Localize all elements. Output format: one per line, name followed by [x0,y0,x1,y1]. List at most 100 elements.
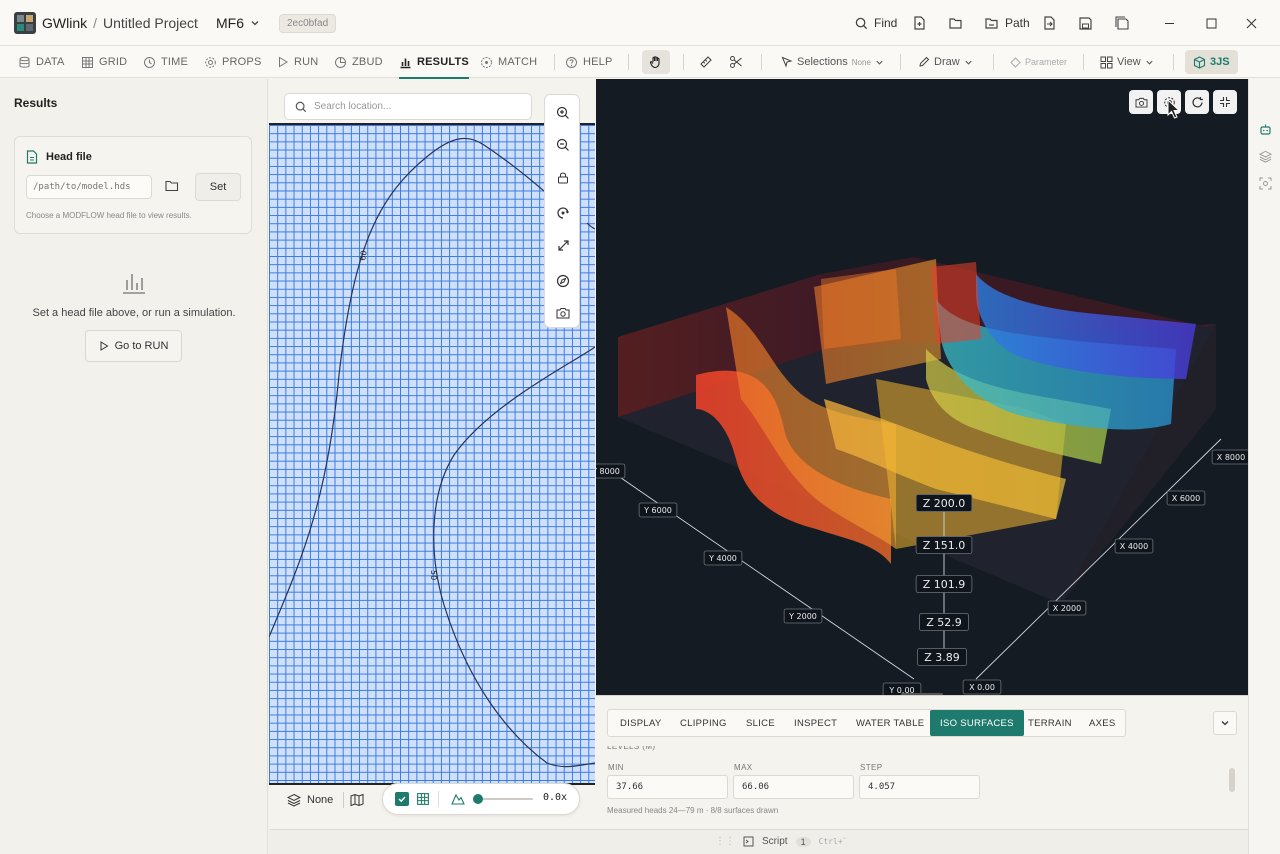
assistant-button[interactable] [1259,123,1272,136]
maximize-button[interactable] [1206,0,1217,46]
view-dropdown[interactable]: View [1100,46,1154,78]
close-icon [1246,18,1257,28]
capture-button[interactable] [1259,177,1272,190]
open-folder-button[interactable] [949,0,963,46]
tab-match[interactable]: MATCH [480,46,537,78]
pan-tool-button[interactable] [642,50,670,74]
lock-button[interactable] [545,163,581,191]
reset-view-button[interactable] [1185,90,1209,114]
layout-grid-icon [1100,56,1113,68]
minimize-button[interactable] [1164,0,1175,46]
measure-tool-button[interactable] [699,46,713,78]
map-icon[interactable] [350,793,364,807]
project-name[interactable]: Untitled Project [103,15,198,31]
location-search[interactable]: Search location... [284,93,532,120]
renderer-3js-toggle[interactable]: 3JS [1185,50,1238,74]
new-file-button[interactable] [913,0,926,46]
save-button[interactable] [1079,0,1092,46]
chevron-down-icon [1221,721,1229,726]
head-file-card: Head file Set Choose a MODFLOW head file… [14,136,252,234]
collapse-settings-button[interactable] [1213,711,1237,735]
zoom-out-icon [556,138,569,151]
tab-display[interactable]: DISPLAY [620,710,662,736]
tab-zbud[interactable]: ZBUD [334,46,383,78]
parameter-button[interactable]: Parameter [1010,46,1067,78]
tab-clipping[interactable]: CLIPPING [680,710,727,736]
divider [343,792,345,808]
divider [1083,54,1084,70]
selections-value: None [851,57,871,67]
levels-heading: LEVELS (M) [607,746,656,751]
max-label: MAX [734,763,753,772]
3d-viewport[interactable]: Z 200.0 Z 151.0 Z 101.9 Z 52.9 Z 3.89 Y 8000 Y… [596,79,1248,695]
gear-icon [205,56,216,68]
tab-data[interactable]: DATA [18,46,65,78]
tab-time[interactable]: TIME [143,46,188,78]
tab-axes[interactable]: AXES [1089,710,1116,736]
contour-label: 60 [358,250,369,262]
tab-water-table[interactable]: WATER TABLE [856,710,924,736]
show-checkbox[interactable] [395,792,409,806]
tab-label: TIME [161,56,189,68]
folder-icon [165,180,179,192]
script-console-toggle[interactable]: ⋮⋮ Script 1 Ctrl+` [715,836,847,847]
path-button[interactable]: Path [985,0,1030,46]
tab-terrain[interactable]: TERRAIN [1028,710,1072,736]
tab-inspect[interactable]: INSPECT [794,710,837,736]
min-input[interactable]: 37.66 [607,775,728,799]
zoom-out-button[interactable] [545,131,581,159]
maximize-icon [1206,18,1217,28]
compass-button[interactable] [545,267,581,295]
find-button[interactable]: Find [855,0,897,46]
browse-folder-button[interactable] [165,180,179,192]
map-screenshot-button[interactable] [545,299,581,327]
head-file-path-input[interactable] [26,175,152,199]
tab-grid[interactable]: GRID [81,46,127,78]
selections-dropdown[interactable]: Selections None [781,46,884,78]
close-button[interactable] [1246,0,1257,46]
export-button[interactable] [1043,0,1056,46]
rotate-button[interactable] [545,199,581,227]
commit-badge: 2ec0bfad [279,13,337,33]
cursor-arrow-icon [781,56,793,68]
collapse-button[interactable] [1213,90,1237,114]
speed-slider[interactable] [473,794,533,804]
tab-slice[interactable]: SLICE [746,710,775,736]
grid-toggle-button[interactable] [416,792,430,806]
fit-extent-button[interactable] [545,231,581,259]
step-input[interactable]: 4.057 [859,775,980,799]
scrollbar-thumb[interactable] [1229,768,1235,792]
tab-props[interactable]: PROPS [204,46,262,78]
layer-label: None [307,794,334,806]
cut-tool-button[interactable] [729,46,743,78]
tab-label: RESULTS [417,56,469,68]
tab-results[interactable]: RESULTS [399,46,469,79]
model-selector[interactable]: MF6 [216,0,260,46]
tab-run[interactable]: RUN [277,46,318,78]
surfaces-info: Measured heads 24—79 m · 8/8 surfaces dr… [607,806,779,815]
max-input[interactable]: 66.06 [733,775,854,799]
go-to-run-label: Go to RUN [114,340,169,352]
tab-iso-surfaces[interactable]: ISO SURFACES [930,710,1024,736]
y-axis-label-3: Y 2000 [788,612,817,621]
divider [628,54,629,70]
zoom-in-button[interactable] [545,99,581,127]
screenshot-button[interactable] [1129,90,1153,114]
tab-help[interactable]: HELP [565,46,613,78]
draw-dropdown[interactable]: Draw [918,46,973,78]
terrain-toggle-button[interactable] [451,792,465,806]
layers-button[interactable] [1259,150,1272,163]
slider-thumb[interactable] [473,794,483,804]
refresh-icon [1191,96,1203,107]
minimize-view-icon [1220,97,1230,107]
results-panel: Results Head file Set Choose a MODFLOW h… [0,79,268,854]
save-as-button[interactable] [1115,0,1129,46]
layer-control[interactable]: None [287,786,378,814]
contour-label: 50 [429,570,438,580]
go-to-run-button[interactable]: Go to RUN [85,330,182,362]
head-file-label: Head file [46,151,92,163]
set-button[interactable]: Set [195,173,241,201]
z-axis-label-4: Z 3.89 [924,651,960,664]
tab-label: MATCH [498,56,538,68]
y-axis-label-0: Y 8000 [596,467,620,476]
